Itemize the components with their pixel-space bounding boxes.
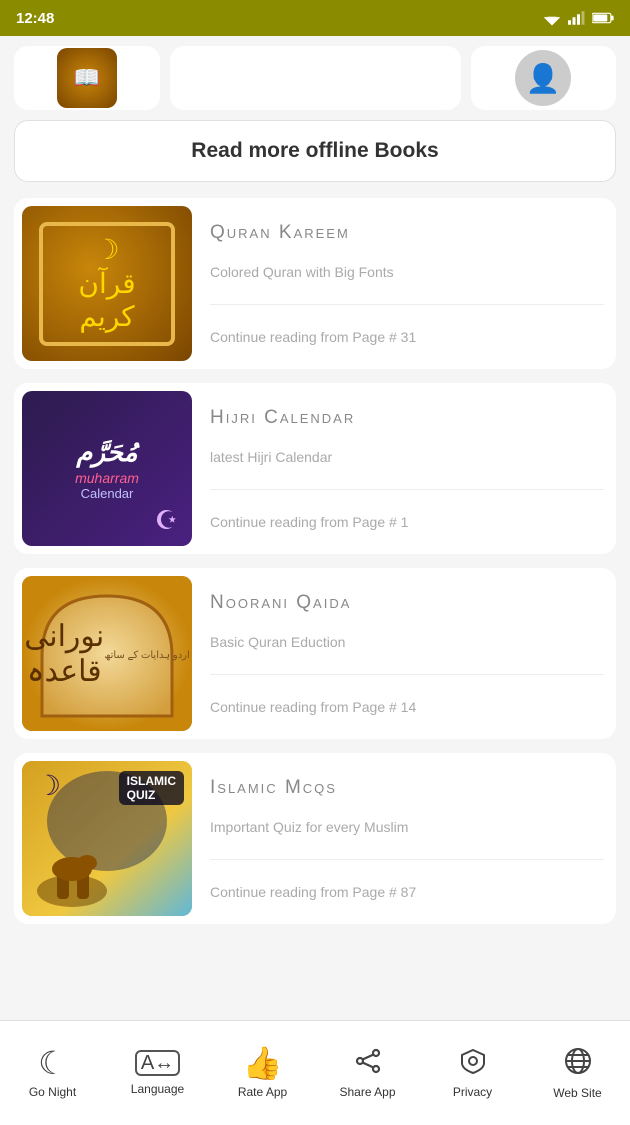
book-card-hijri[interactable]: مُحَرَّم muharram Calendar ☪ Hijri Calen… <box>14 383 616 554</box>
hijri-info: Hijri Calendar latest Hijri Calendar Con… <box>206 391 608 546</box>
quran-info: Quran Kareem Colored Quran with Big Font… <box>206 206 608 361</box>
quran-page: Continue reading from Page # 31 <box>210 329 604 345</box>
privacy-icon <box>459 1047 487 1079</box>
nav-privacy[interactable]: Privacy <box>420 1021 525 1125</box>
nav-share-app[interactable]: Share App <box>315 1021 420 1125</box>
share-icon <box>354 1047 382 1079</box>
nav-website-label: Web Site <box>553 1086 601 1100</box>
book-card-noorani[interactable]: نورانیقاعدہ اردو ہدایات کے ساتھ Noorani … <box>14 568 616 739</box>
book-card-quran[interactable]: ☽قرآنكريم Quran Kareem Colored Quran wit… <box>14 198 616 369</box>
hijri-title: Hijri Calendar <box>210 407 604 429</box>
islamic-info: Islamic Mcqs Important Quiz for every Mu… <box>206 761 608 916</box>
read-more-button[interactable]: Read more offline Books <box>14 120 616 182</box>
partial-card-left: 📖 <box>14 46 160 110</box>
battery-icon <box>592 11 614 25</box>
status-icons <box>542 10 614 26</box>
nav-share-label: Share App <box>339 1085 395 1099</box>
quran-title: Quran Kareem <box>210 222 604 244</box>
noorani-page: Continue reading from Page # 14 <box>210 699 604 715</box>
nav-language-label: Language <box>131 1082 184 1096</box>
top-partial-row: 📖 👤 <box>14 46 616 110</box>
svg-text:☽: ☽ <box>36 770 61 801</box>
nav-rate-label: Rate App <box>238 1085 287 1099</box>
nav-rate-app[interactable]: 👍 Rate App <box>210 1021 315 1125</box>
nav-go-night[interactable]: ☾ Go Night <box>0 1021 105 1125</box>
book-card-islamic[interactable]: ☽ ISLAMICQUIZ Islamic Mcqs Important Qui… <box>14 753 616 924</box>
islamic-subtitle: Important Quiz for every Muslim <box>210 819 604 835</box>
night-icon: ☾ <box>38 1047 67 1079</box>
noorani-title: Noorani Qaida <box>210 592 604 614</box>
quran-icon: ☽قرآنكريم <box>22 206 192 361</box>
partial-card-mid <box>170 46 461 110</box>
main-content: 📖 👤 Read more offline Books ☽قرآنكريم Qu… <box>0 36 630 1058</box>
partial-card-right: 👤 <box>471 46 617 110</box>
islamic-icon: ☽ ISLAMICQUIZ <box>22 761 192 916</box>
hijri-subtitle: latest Hijri Calendar <box>210 449 604 465</box>
noorani-icon: نورانیقاعدہ اردو ہدایات کے ساتھ <box>22 576 192 731</box>
nav-language[interactable]: A↔ Language <box>105 1021 210 1125</box>
bottom-nav: ☾ Go Night A↔ Language 👍 Rate App Share … <box>0 1020 630 1125</box>
rate-icon: 👍 <box>243 1047 283 1079</box>
hijri-page: Continue reading from Page # 1 <box>210 514 604 530</box>
hijri-icon: مُحَرَّم muharram Calendar ☪ <box>22 391 192 546</box>
signal-icon <box>568 10 586 26</box>
website-icon <box>563 1046 593 1080</box>
status-bar: 12:48 <box>0 0 630 36</box>
noorani-info: Noorani Qaida Basic Quran Eduction Conti… <box>206 576 608 731</box>
wifi-icon <box>542 10 562 26</box>
language-icon: A↔ <box>135 1050 180 1076</box>
nav-night-label: Go Night <box>29 1085 76 1099</box>
nav-web-site[interactable]: Web Site <box>525 1021 630 1125</box>
quran-subtitle: Colored Quran with Big Fonts <box>210 264 604 280</box>
islamic-page: Continue reading from Page # 87 <box>210 884 604 900</box>
islamic-title: Islamic Mcqs <box>210 777 604 799</box>
status-time: 12:48 <box>16 10 54 27</box>
nav-privacy-label: Privacy <box>453 1085 492 1099</box>
noorani-subtitle: Basic Quran Eduction <box>210 634 604 650</box>
